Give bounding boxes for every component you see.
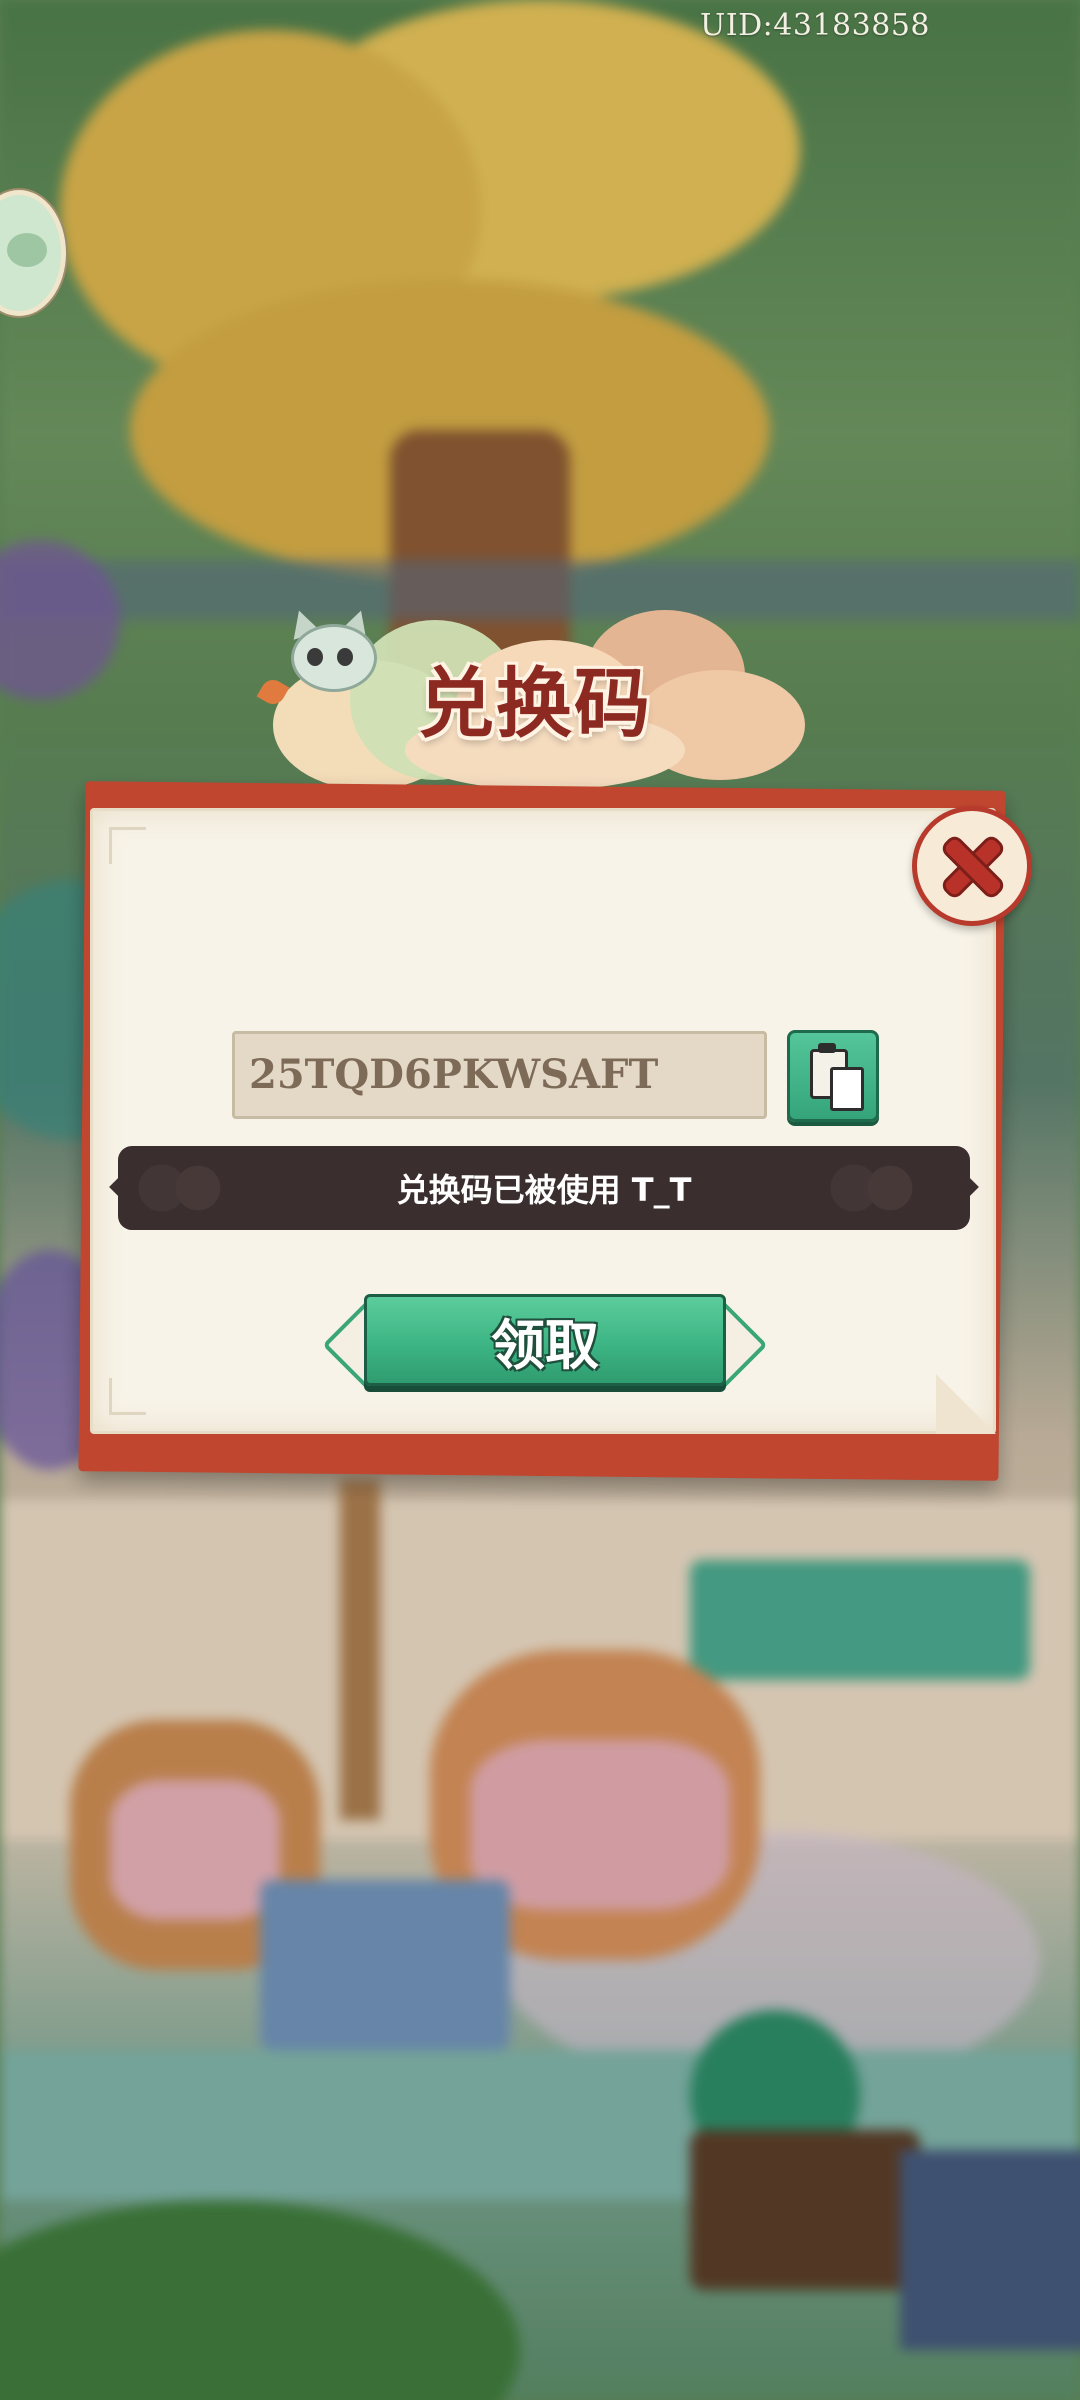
redeem-code-input[interactable]: 25TQD6PKWSAFT xyxy=(232,1031,767,1119)
toast-message: 兑换码已被使用 T_T xyxy=(118,1146,970,1230)
game-screen: UID:43183858 兑换码 25TQD6PKWSAFT 兑换码已被使用 T… xyxy=(0,0,1080,2400)
dialog-title: 兑换码 xyxy=(418,659,652,748)
dialog-title-banner: 兑换码 xyxy=(255,600,815,800)
toast-text: 兑换码已被使用 T_T xyxy=(396,1171,692,1209)
avatar-icon xyxy=(7,233,47,267)
close-button[interactable] xyxy=(912,806,1032,926)
paste-button[interactable] xyxy=(787,1030,879,1122)
uid-label: UID:43183858 xyxy=(700,8,930,43)
claim-button-group: 领取 xyxy=(322,1290,768,1392)
corner-ornament xyxy=(109,827,146,864)
close-icon xyxy=(941,835,1003,897)
corner-ornament xyxy=(109,1378,146,1415)
paper-fold xyxy=(936,1374,996,1434)
claim-button[interactable]: 领取 xyxy=(364,1294,726,1386)
